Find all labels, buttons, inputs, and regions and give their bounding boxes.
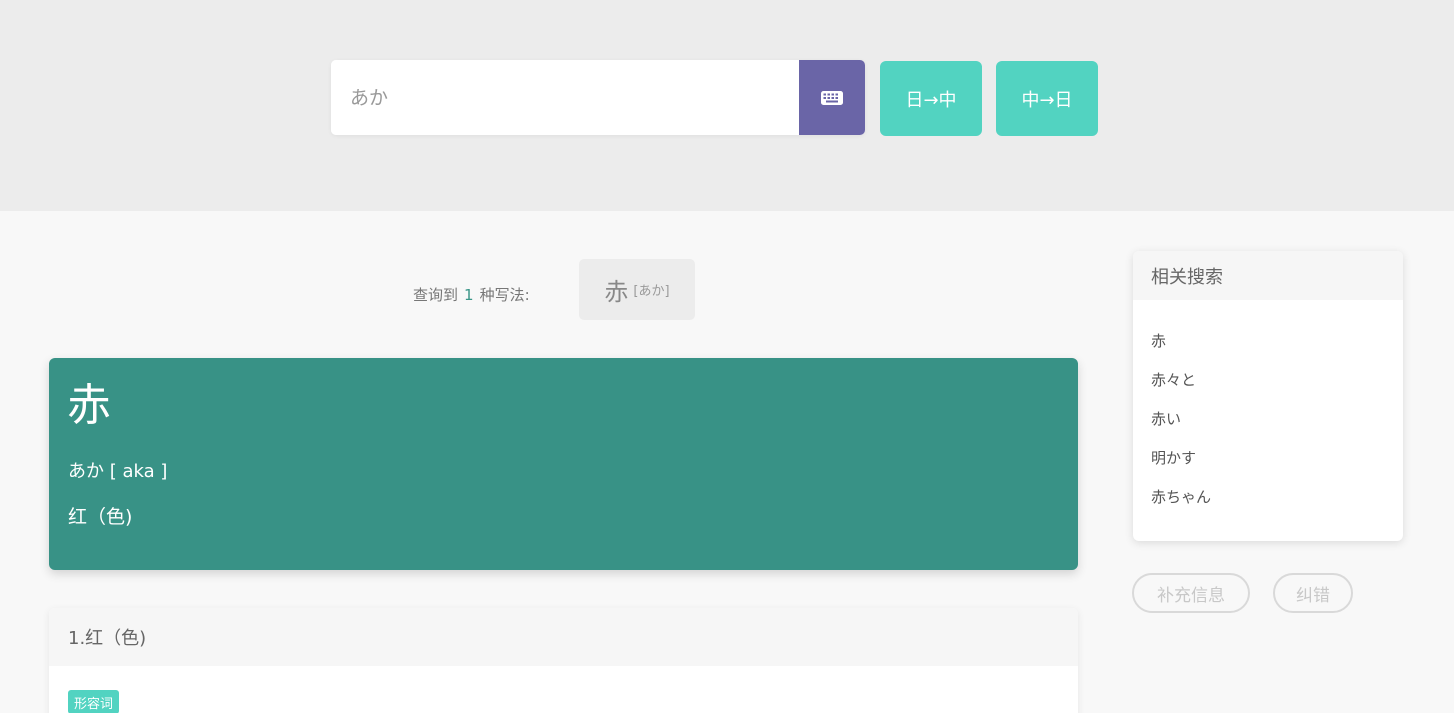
definition-title: 1.红（色)	[49, 608, 1078, 666]
keyboard-icon	[821, 90, 843, 105]
writing-chip-kanji: 赤	[604, 278, 629, 306]
writing-chip[interactable]: 赤 [あか]	[579, 259, 695, 320]
cn-to-jp-button[interactable]: 中→日	[996, 61, 1098, 136]
related-search-list: 赤 赤々と 赤い 明かす 赤ちゃん	[1133, 300, 1403, 525]
related-search-item[interactable]: 赤々と	[1151, 369, 1403, 408]
related-search-title: 相关搜索	[1133, 251, 1403, 300]
related-search-item[interactable]: 明かす	[1151, 447, 1403, 486]
related-search-item[interactable]: 赤い	[1151, 408, 1403, 447]
search-box	[331, 60, 865, 135]
result-count-number: 1	[464, 286, 474, 304]
related-search-panel: 相关搜索 赤 赤々と 赤い 明かす 赤ちゃん	[1133, 251, 1403, 541]
result-count-suffix: 种写法:	[479, 286, 530, 304]
word-reading: あか [ aka ]	[68, 461, 168, 482]
related-search-item[interactable]: 赤ちゃん	[1151, 486, 1403, 525]
keyboard-button[interactable]	[799, 60, 865, 135]
related-search-item[interactable]: 赤	[1151, 330, 1403, 369]
word-card: 赤 あか [ aka ] 红（色)	[49, 358, 1078, 570]
search-input[interactable]	[331, 60, 800, 135]
word-meaning: 红（色)	[68, 506, 133, 528]
result-count-prefix: 查询到	[413, 286, 459, 304]
writing-chip-kana: [あか]	[633, 284, 670, 299]
supplement-info-button[interactable]: 补充信息	[1132, 573, 1250, 613]
headword: 赤	[67, 380, 111, 431]
report-error-button[interactable]: 纠错	[1273, 573, 1353, 613]
jp-to-cn-button[interactable]: 日→中	[880, 61, 982, 136]
definition-card: 1.红（色) 形容词	[49, 608, 1078, 713]
part-of-speech-badge: 形容词	[68, 690, 120, 713]
result-count: 查询到 1 种写法:	[413, 284, 530, 305]
